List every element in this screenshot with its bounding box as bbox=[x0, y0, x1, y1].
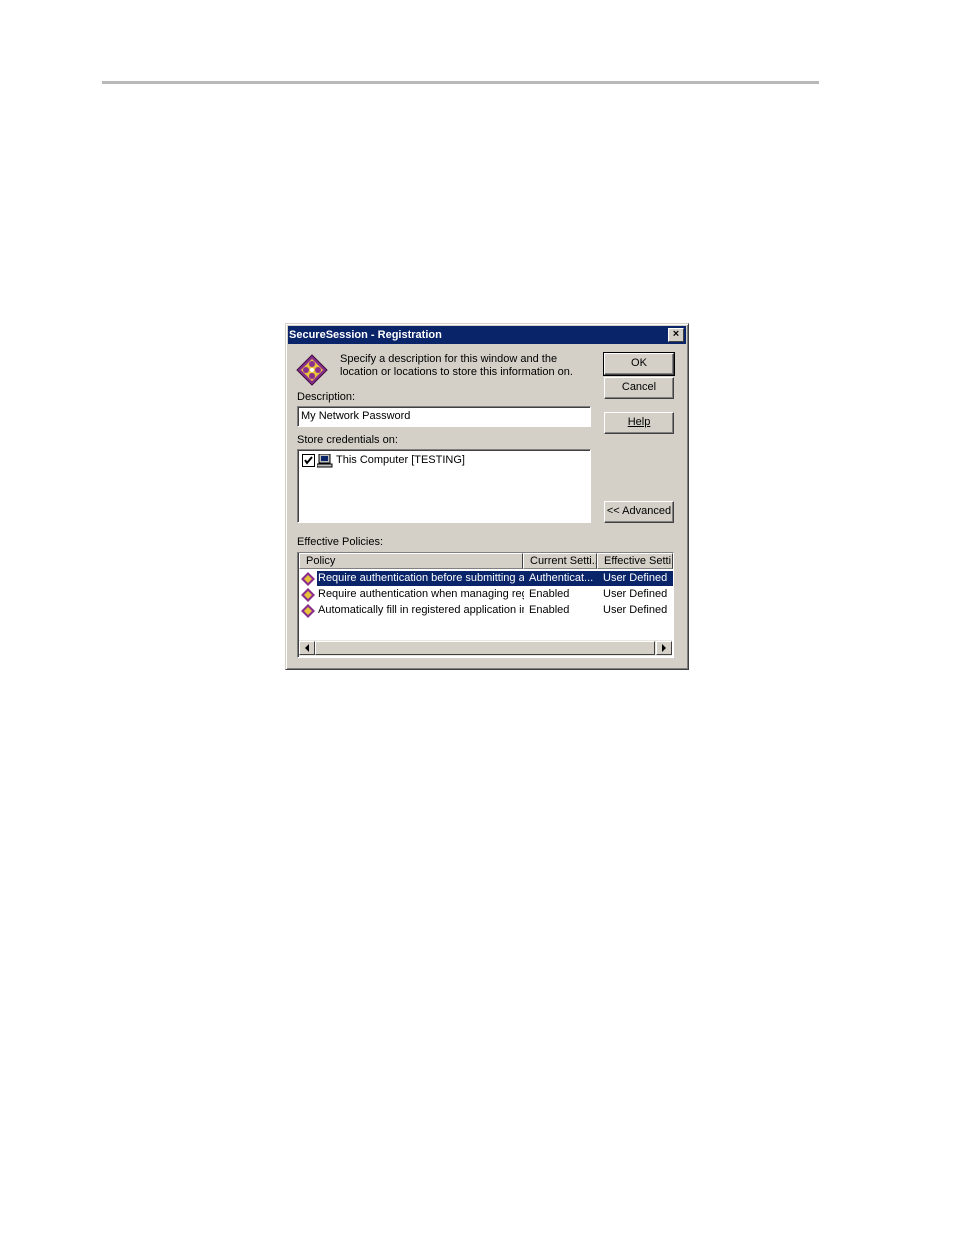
help-button-label: Help bbox=[627, 416, 651, 428]
policy-icon bbox=[301, 604, 315, 618]
description-input[interactable]: My Network Password bbox=[297, 406, 591, 427]
policy-name: Automatically fill in registered applica… bbox=[318, 604, 524, 616]
column-header-policy[interactable]: Policy bbox=[299, 553, 523, 569]
page-header-rule bbox=[102, 81, 819, 84]
policy-effective-setting: User Defined bbox=[603, 588, 668, 600]
scroll-right-button[interactable] bbox=[656, 641, 672, 655]
policy-effective-setting: User Defined bbox=[603, 604, 668, 616]
scroll-left-button[interactable] bbox=[299, 641, 315, 655]
description-label: Description: bbox=[297, 391, 356, 403]
policy-name: Require authentication before submitting… bbox=[317, 571, 524, 586]
store-item-checkbox[interactable] bbox=[302, 454, 315, 467]
securesession-logo-icon bbox=[296, 354, 328, 386]
arrow-left-icon bbox=[305, 644, 309, 652]
help-button[interactable]: Help bbox=[604, 412, 674, 434]
scroll-thumb[interactable] bbox=[315, 641, 655, 655]
advanced-button[interactable]: << Advanced bbox=[604, 501, 674, 523]
cancel-button-label: Cancel bbox=[621, 381, 657, 393]
ok-button-label: OK bbox=[631, 357, 647, 369]
dialog-title-bar[interactable]: SecureSession - Registration × bbox=[288, 326, 686, 344]
cancel-button[interactable]: Cancel bbox=[604, 377, 674, 399]
intro-text: Specify a description for this window an… bbox=[340, 353, 573, 378]
policy-current-setting: Enabled bbox=[529, 604, 570, 616]
ok-button[interactable]: OK bbox=[603, 352, 675, 376]
policy-current-setting: Authenticat... bbox=[524, 571, 598, 586]
policy-row[interactable]: Require authentication when managing reg… bbox=[300, 587, 673, 602]
policy-row[interactable]: Require authentication before submitting… bbox=[300, 571, 673, 586]
checkmark-icon bbox=[304, 456, 313, 465]
policy-icon bbox=[301, 572, 315, 586]
column-header-current-setting[interactable]: Current Setti... bbox=[523, 553, 597, 569]
dialog-title: SecureSession - Registration bbox=[289, 329, 442, 341]
policy-row[interactable]: Automatically fill in registered applica… bbox=[300, 603, 673, 618]
column-header-effective-setting[interactable]: Effective Setti... bbox=[597, 553, 673, 569]
advanced-button-label: << Advanced bbox=[606, 505, 672, 517]
registration-dialog: SecureSession - Registration × Specify a… bbox=[285, 323, 689, 670]
policy-name: Require authentication when managing reg… bbox=[318, 588, 524, 600]
effective-policies-label: Effective Policies: bbox=[297, 536, 384, 548]
description-value: My Network Password bbox=[301, 410, 411, 422]
arrow-right-icon bbox=[662, 644, 666, 652]
horizontal-scrollbar[interactable] bbox=[299, 640, 672, 656]
policy-current-setting: Enabled bbox=[529, 588, 570, 600]
store-item-label: This Computer [TESTING] bbox=[336, 454, 465, 466]
policy-effective-setting: User Defined bbox=[598, 571, 673, 586]
store-credentials-list[interactable]: This Computer [TESTING] bbox=[297, 449, 591, 523]
store-item[interactable]: This Computer [TESTING] bbox=[302, 454, 502, 468]
policy-icon bbox=[301, 588, 315, 602]
store-credentials-label: Store credentials on: bbox=[297, 434, 398, 446]
policies-list[interactable]: Policy Current Setti... Effective Setti.… bbox=[297, 552, 674, 658]
computer-icon bbox=[317, 454, 333, 468]
close-icon: × bbox=[672, 328, 680, 340]
close-button[interactable]: × bbox=[668, 328, 684, 342]
